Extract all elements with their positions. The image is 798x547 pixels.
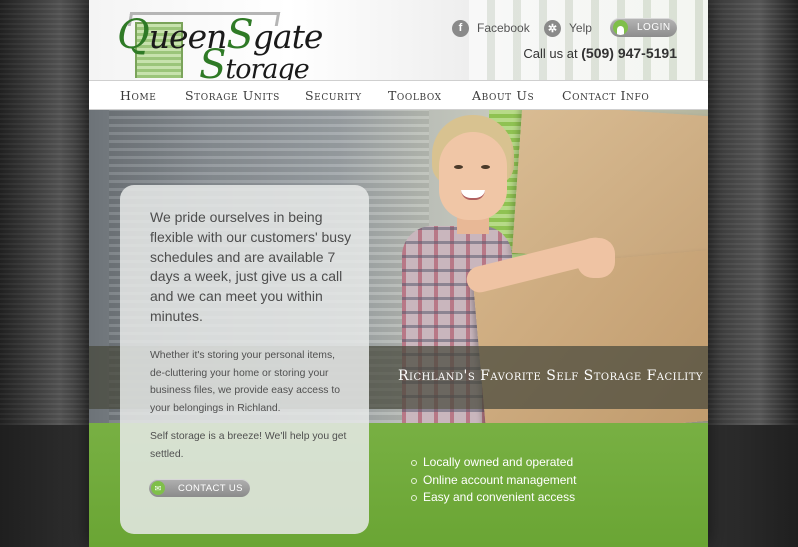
woman-hand [577,238,615,278]
site-logo[interactable]: QueenSgate Storage [117,8,323,88]
intro-body-text: Whether it's storing your personal items… [150,350,341,414]
nav-item-toolbox[interactable]: Toolbox [388,88,442,103]
facebook-icon: f [452,19,469,37]
nav-item-security[interactable]: Security [305,88,362,103]
phone-contact: Call us at (509) 947-5191 [523,45,677,61]
phone-prefix: Call us at [523,46,578,61]
login-label: LOGIN [637,22,671,33]
nav-item-home[interactable]: Home [120,88,156,103]
header-decoration [469,0,708,80]
user-icon [613,20,628,35]
features-list: Locally owned and operated Online accoun… [411,454,576,507]
woman-eye [481,165,490,169]
page-container: QueenSgate Storage f Facebook ✲ Yelp LOG… [89,0,708,547]
contact-us-button[interactable]: ✉ CONTACT US [149,479,250,497]
nav-item-about-us[interactable]: About Us [472,88,534,103]
woman-face [439,132,507,220]
hero-tagline: Richland's Favorite Self Storage Facilit… [398,368,703,384]
contact-us-label: CONTACT US [178,482,243,494]
main-navigation: Home Storage Units Security Toolbox Abou… [89,80,708,110]
nav-item-contact-info[interactable]: Contact Info [562,88,649,103]
yelp-icon: ✲ [544,19,561,37]
facebook-label: Facebook [477,21,530,35]
login-button[interactable]: LOGIN [610,18,677,37]
feature-item: Locally owned and operated [411,454,576,472]
feature-item: Easy and convenient access [411,489,576,507]
yelp-link[interactable]: ✲ Yelp [544,18,592,38]
phone-number: (509) 947-5191 [581,45,677,61]
mail-icon: ✉ [151,481,165,495]
yelp-label: Yelp [569,21,592,35]
site-header: QueenSgate Storage f Facebook ✲ Yelp LOG… [89,0,708,88]
woman-eye [454,165,463,169]
intro-closing-text: Self storage is a breeze! We'll help you… [150,431,347,460]
intro-lead-text: We pride ourselves in being flexible wit… [150,209,352,324]
feature-item: Online account management [411,472,576,490]
facebook-link[interactable]: f Facebook [452,18,530,38]
nav-item-storage-units[interactable]: Storage Units [185,88,280,103]
